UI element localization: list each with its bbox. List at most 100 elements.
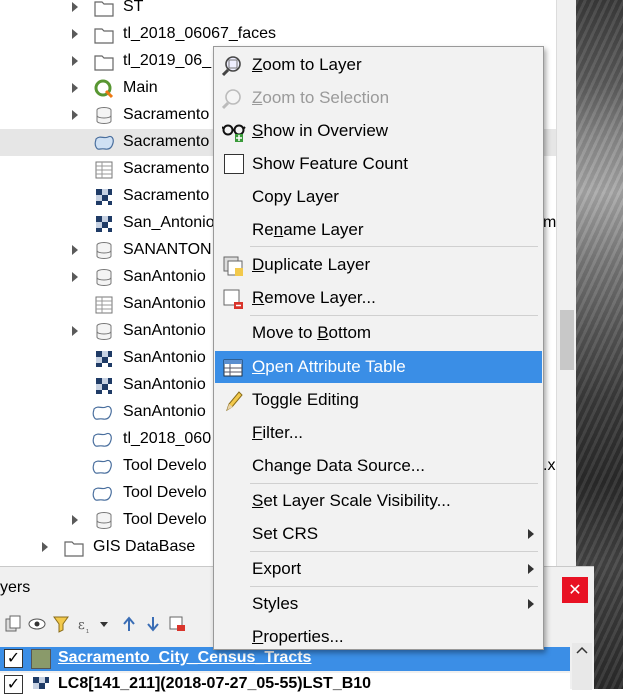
database-icon xyxy=(94,511,114,531)
expand-arrow-icon[interactable] xyxy=(42,542,48,552)
zoom-selection-icon xyxy=(221,88,244,110)
duplicate-layer-icon xyxy=(222,255,244,277)
menu-item-export[interactable]: Export xyxy=(215,553,542,585)
menu-item-label: Toggle Editing xyxy=(252,390,359,409)
browser-item-label: tl_2018_06067_faces xyxy=(123,25,277,42)
polygon-layer-icon xyxy=(92,403,112,423)
database-icon xyxy=(94,106,114,126)
menu-item-label: Zoom to Selection xyxy=(252,88,390,107)
raster-icon xyxy=(94,349,114,369)
menu-item-styles[interactable]: Styles xyxy=(215,588,542,620)
layer-visibility-checkbox[interactable]: ✓ xyxy=(4,649,23,668)
browser-item-label-tail: m xyxy=(543,214,557,231)
add-group-icon[interactable] xyxy=(4,615,22,633)
menu-item-label: Set CRS xyxy=(252,524,319,543)
browser-item-label: SANANTON xyxy=(123,241,212,258)
expand-arrow-icon[interactable] xyxy=(72,2,78,12)
glasses-icon xyxy=(221,121,246,143)
expand-arrow-icon[interactable] xyxy=(72,245,78,255)
browser-item-label: SanAntonio xyxy=(123,403,206,420)
menu-item-zoom-to-selection[interactable]: Zoom to Selection xyxy=(215,82,542,114)
menu-item-label: Rename Layer xyxy=(252,220,364,239)
menu-item-copy-layer[interactable]: Copy Layer xyxy=(215,181,542,213)
pencil-icon xyxy=(222,390,244,412)
menu-item-set-scale-visibility[interactable]: Set Layer Scale Visibility... xyxy=(215,485,542,517)
database-icon xyxy=(94,268,114,288)
menu-item-properties[interactable]: Properties... xyxy=(215,621,542,653)
menu-separator xyxy=(250,586,538,587)
folder-icon xyxy=(94,25,114,45)
menu-item-remove-layer[interactable]: Remove Layer... xyxy=(215,282,542,314)
close-panel-button[interactable]: ✕ xyxy=(562,577,588,603)
expand-arrow-icon[interactable] xyxy=(72,56,78,66)
scrollbar-thumb[interactable] xyxy=(560,310,574,370)
layer-row-lc8[interactable]: ✓ LC8[141_211](2018-07-27_05-55)LST_B10 xyxy=(0,673,570,697)
menu-separator xyxy=(250,483,538,484)
menu-item-zoom-to-layer[interactable]: Zoom to Layer xyxy=(215,49,542,81)
menu-item-label: Show in Overview xyxy=(252,121,389,140)
browser-item-label: Tool Develo xyxy=(123,457,207,474)
layer-symbol-swatch xyxy=(31,649,51,669)
menu-item-label: Filter... xyxy=(252,423,304,442)
menu-separator xyxy=(250,315,538,316)
layer-visibility-checkbox[interactable]: ✓ xyxy=(4,675,23,694)
expand-arrow-icon[interactable] xyxy=(72,272,78,282)
menu-item-change-data-source[interactable]: Change Data Source... xyxy=(215,450,542,482)
checkbox-icon[interactable] xyxy=(224,154,244,174)
browser-item-label: Tool Develo xyxy=(123,484,207,501)
browser-item-label: Sacramento xyxy=(123,160,210,177)
menu-item-filter[interactable]: Filter... xyxy=(215,417,542,449)
layers-scrollbar[interactable] xyxy=(572,643,592,690)
menu-item-open-attribute-table[interactable]: Open Attribute Table xyxy=(215,351,542,383)
table-icon xyxy=(94,160,114,180)
browser-item-label: SanAntonio xyxy=(123,349,206,366)
menu-item-label: Move to Bottom xyxy=(252,323,372,342)
raster-icon xyxy=(94,376,114,396)
menu-item-label: Properties... xyxy=(252,627,344,646)
dropdown-arrow-icon[interactable] xyxy=(98,615,110,633)
browser-item-label: SanAntonio xyxy=(123,376,206,393)
browser-item-faces-folder[interactable]: tl_2018_06067_faces xyxy=(0,21,576,48)
browser-item-label: SanAntonio xyxy=(123,322,206,339)
expand-all-icon[interactable] xyxy=(120,615,138,633)
browser-item-st[interactable]: ST xyxy=(0,0,576,21)
table-icon xyxy=(94,295,114,315)
menu-item-toggle-editing[interactable]: Toggle Editing xyxy=(215,384,542,416)
zoom-layer-icon xyxy=(221,55,244,77)
polygon-layer-icon xyxy=(92,457,112,477)
submenu-arrow-icon xyxy=(528,564,534,574)
expand-arrow-icon[interactable] xyxy=(72,83,78,93)
layer-context-menu: Zoom to Layer Zoom to Selection Show in … xyxy=(213,46,544,650)
menu-item-move-to-bottom[interactable]: Move to Bottom xyxy=(215,317,542,349)
menu-item-set-crs[interactable]: Set CRS xyxy=(215,518,542,550)
filter-expression-icon[interactable]: ε₁ xyxy=(76,615,94,634)
menu-item-show-in-overview[interactable]: Show in Overview xyxy=(215,115,542,147)
database-icon xyxy=(94,322,114,342)
expand-arrow-icon[interactable] xyxy=(72,29,78,39)
menu-item-rename-layer[interactable]: Rename Layer xyxy=(215,214,542,246)
menu-item-label: Duplicate Layer xyxy=(252,255,371,274)
browser-item-label: San_Antonio xyxy=(123,214,215,231)
browser-scrollbar[interactable] xyxy=(556,0,576,566)
manage-visibility-icon[interactable] xyxy=(28,615,46,633)
filter-legend-icon[interactable] xyxy=(52,615,70,633)
menu-item-label: Export xyxy=(252,559,302,578)
polygon-layer-icon xyxy=(92,484,112,504)
browser-item-label: SanAntonio xyxy=(123,295,206,312)
browser-item-label: Sacramento xyxy=(123,106,210,123)
svg-text:ε: ε xyxy=(78,618,85,633)
expand-arrow-icon[interactable] xyxy=(72,326,78,336)
menu-item-label: Open Attribute Table xyxy=(252,357,406,376)
collapse-all-icon[interactable] xyxy=(144,615,162,633)
menu-item-duplicate-layer[interactable]: Duplicate Layer xyxy=(215,249,542,281)
menu-item-label: Set Layer Scale Visibility... xyxy=(252,491,451,510)
menu-item-label: Styles xyxy=(252,594,299,613)
raster-icon xyxy=(31,675,51,695)
raster-icon xyxy=(94,214,114,234)
expand-arrow-icon[interactable] xyxy=(72,110,78,120)
menu-item-show-feature-count[interactable]: Show Feature Count xyxy=(215,148,542,180)
browser-item-label: Main xyxy=(123,79,158,96)
menu-item-label: Copy Layer xyxy=(252,187,339,206)
expand-arrow-icon[interactable] xyxy=(72,515,78,525)
remove-layer-icon[interactable] xyxy=(168,615,186,633)
